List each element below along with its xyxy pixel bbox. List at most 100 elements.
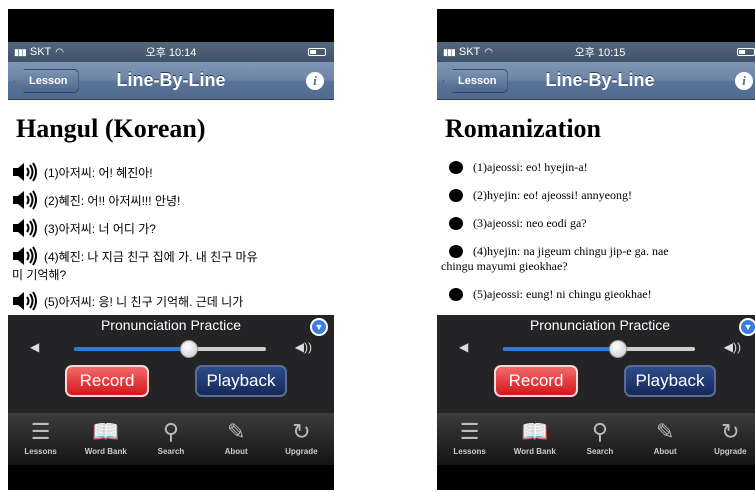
status-time: 오후 10:14 <box>145 47 197 59</box>
bullet <box>449 161 463 174</box>
word-bank-icon: 📖 <box>521 419 549 444</box>
tab-label: Upgrade <box>285 447 318 456</box>
bullet <box>449 189 463 202</box>
playback-button[interactable]: Playback <box>195 365 287 397</box>
page-title: Hangul (Korean) <box>16 114 206 143</box>
volume-low-icon: ◀ <box>459 340 469 354</box>
page-title: Romanization <box>445 114 601 143</box>
volume-slider-thumb[interactable] <box>180 340 199 358</box>
volume-high-icon: ◀)) <box>294 340 312 354</box>
line-text: 아저씨: 너 어디 가? <box>58 222 156 236</box>
line-text: (2)hyejin: eo! ajeossi! annyeong! <box>473 188 632 202</box>
back-button[interactable]: Lesson <box>443 69 508 93</box>
practice-title: Pronunciation Practice <box>100 317 242 333</box>
practice-buttons: Record Playback <box>437 361 755 405</box>
line-text: (3)ajeossi: neo eodi ga? <box>473 216 587 230</box>
line-text: 아저씨: 어! 혜진아! <box>58 166 153 180</box>
about-icon: ✎ <box>655 419 675 444</box>
volume-low-icon: ◀ <box>30 340 40 354</box>
chevron-down-icon[interactable]: ▼ <box>310 318 328 336</box>
tab-bar: ☰ Lessons 📖 Word Bank ⚲ Search ✎ About ↻… <box>437 413 755 465</box>
speaker-icon[interactable] <box>12 246 40 266</box>
upgrade-icon: ↻ <box>292 419 311 444</box>
battery-icon <box>737 48 755 56</box>
tab-label: About <box>653 447 677 456</box>
volume-slider[interactable] <box>503 340 695 358</box>
bullet <box>449 288 463 301</box>
dialogue-line[interactable]: (2)혜진: 어!! 아저씨!!! 안녕! <box>8 190 334 210</box>
speaker-icon[interactable] <box>12 218 40 238</box>
word-bank-icon: 📖 <box>92 419 120 444</box>
dialogue-line[interactable]: (5)아저씨: 응! 니 친구 기억해. 근데 니가 <box>8 291 334 311</box>
phone-screen-hangul: ▮▮▮ SKT ◠ 오후 10:14 Lesson Line-By-Line i… <box>8 9 334 490</box>
practice-title: Pronunciation Practice <box>529 317 671 333</box>
line-text: (4)hyejin: na jigeum chingu jip-e ga. na… <box>473 244 669 258</box>
speaker-icon[interactable] <box>12 190 40 210</box>
tab-about[interactable]: ✎ About <box>634 413 696 465</box>
line-text-continued: 미 기억해? <box>12 268 67 282</box>
playback-button[interactable]: Playback <box>624 365 716 397</box>
line-text: 혜진: 나 지금 친구 집에 가. 내 친구 마유 <box>58 250 258 264</box>
search-icon: ⚲ <box>162 419 180 444</box>
volume-slider-fill <box>74 347 190 351</box>
navigation-bar: Lesson Line-By-Line i <box>437 62 755 100</box>
dialogue-line[interactable]: (1)아저씨: 어! 혜진아! <box>8 162 334 182</box>
tab-label: About <box>224 447 248 456</box>
tab-about[interactable]: ✎ About <box>205 413 267 465</box>
volume-slider-fill <box>503 347 619 351</box>
search-icon: ⚲ <box>591 419 609 444</box>
tab-lessons[interactable]: ☰ Lessons <box>439 413 501 465</box>
dialogue-line[interactable]: (4)혜진: 나 지금 친구 집에 가. 내 친구 마유 미 기억해? <box>8 246 334 283</box>
line-text: 아저씨: 응! 니 친구 기억해. 근데 니가 <box>58 295 244 309</box>
romanized-line[interactable]: (5)ajeossi: eung! ni chingu gieokhae! <box>437 287 755 302</box>
tab-search[interactable]: ⚲ Search <box>569 413 631 465</box>
pronunciation-practice-panel: Pronunciation Practice ▼ ◀ ◀)) Record Pl… <box>437 315 755 413</box>
status-time: 오후 10:15 <box>574 47 626 59</box>
volume-slider[interactable] <box>74 340 266 358</box>
about-icon: ✎ <box>226 419 246 444</box>
pronunciation-practice-panel: Pronunciation Practice ▼ ◀ ◀)) Record Pl… <box>8 315 334 413</box>
lesson-content: Hangul (Korean) (1)아저씨: 어! 혜진아! (2)혜진: 어… <box>8 100 334 345</box>
navigation-bar: Lesson Line-By-Line i <box>8 62 334 100</box>
bottom-bezel <box>8 465 334 490</box>
line-text: (5)ajeossi: eung! ni chingu gieokhae! <box>473 287 652 301</box>
romanized-line[interactable]: (1)ajeossi: eo! hyejin-a! <box>437 160 755 175</box>
info-button[interactable]: i <box>735 72 753 90</box>
bullet <box>449 217 463 230</box>
speaker-icon[interactable] <box>12 162 40 182</box>
upgrade-icon: ↻ <box>721 419 740 444</box>
record-button[interactable]: Record <box>494 365 578 397</box>
info-button[interactable]: i <box>306 72 324 90</box>
tab-upgrade[interactable]: ↻ Upgrade <box>699 413 755 465</box>
volume-row: ◀ ◀)) <box>8 335 334 361</box>
chevron-down-icon[interactable]: ▼ <box>739 318 755 336</box>
record-button[interactable]: Record <box>65 365 149 397</box>
tab-label: Word Bank <box>513 447 556 456</box>
romanized-line[interactable]: (3)ajeossi: neo eodi ga? <box>437 216 755 231</box>
battery-icon <box>308 48 326 56</box>
top-bezel <box>8 9 334 42</box>
line-text: (1)ajeossi: eo! hyejin-a! <box>473 160 588 174</box>
romanized-line[interactable]: (4)hyejin: na jigeum chingu jip-e ga. na… <box>437 244 755 274</box>
back-button[interactable]: Lesson <box>14 69 79 93</box>
tab-label: Lessons <box>453 447 486 456</box>
tab-label: Word Bank <box>84 447 127 456</box>
bullet <box>449 245 463 258</box>
romanized-line[interactable]: (2)hyejin: eo! ajeossi! annyeong! <box>437 188 755 203</box>
bottom-bezel <box>437 465 755 490</box>
tab-word-bank[interactable]: 📖 Word Bank <box>504 413 566 465</box>
tab-bar: ☰ Lessons 📖 Word Bank ⚲ Search ✎ About ↻… <box>8 413 334 465</box>
practice-buttons: Record Playback <box>8 361 334 405</box>
nav-title: Line-By-Line <box>116 70 226 90</box>
status-bar: ▮▮▮ SKT ◠ 오후 10:14 <box>8 42 334 62</box>
line-text: 혜진: 어!! 아저씨!!! 안녕! <box>58 194 181 208</box>
tab-lessons[interactable]: ☰ Lessons <box>10 413 72 465</box>
line-number: (4) <box>44 250 59 264</box>
tab-search[interactable]: ⚲ Search <box>140 413 202 465</box>
volume-slider-thumb[interactable] <box>609 340 628 358</box>
dialogue-line[interactable]: (3)아저씨: 너 어디 가? <box>8 218 334 238</box>
line-text-continued: chingu mayumi gieokhae? <box>441 259 568 273</box>
tab-upgrade[interactable]: ↻ Upgrade <box>270 413 332 465</box>
tab-word-bank[interactable]: 📖 Word Bank <box>75 413 137 465</box>
speaker-icon[interactable] <box>12 291 40 311</box>
